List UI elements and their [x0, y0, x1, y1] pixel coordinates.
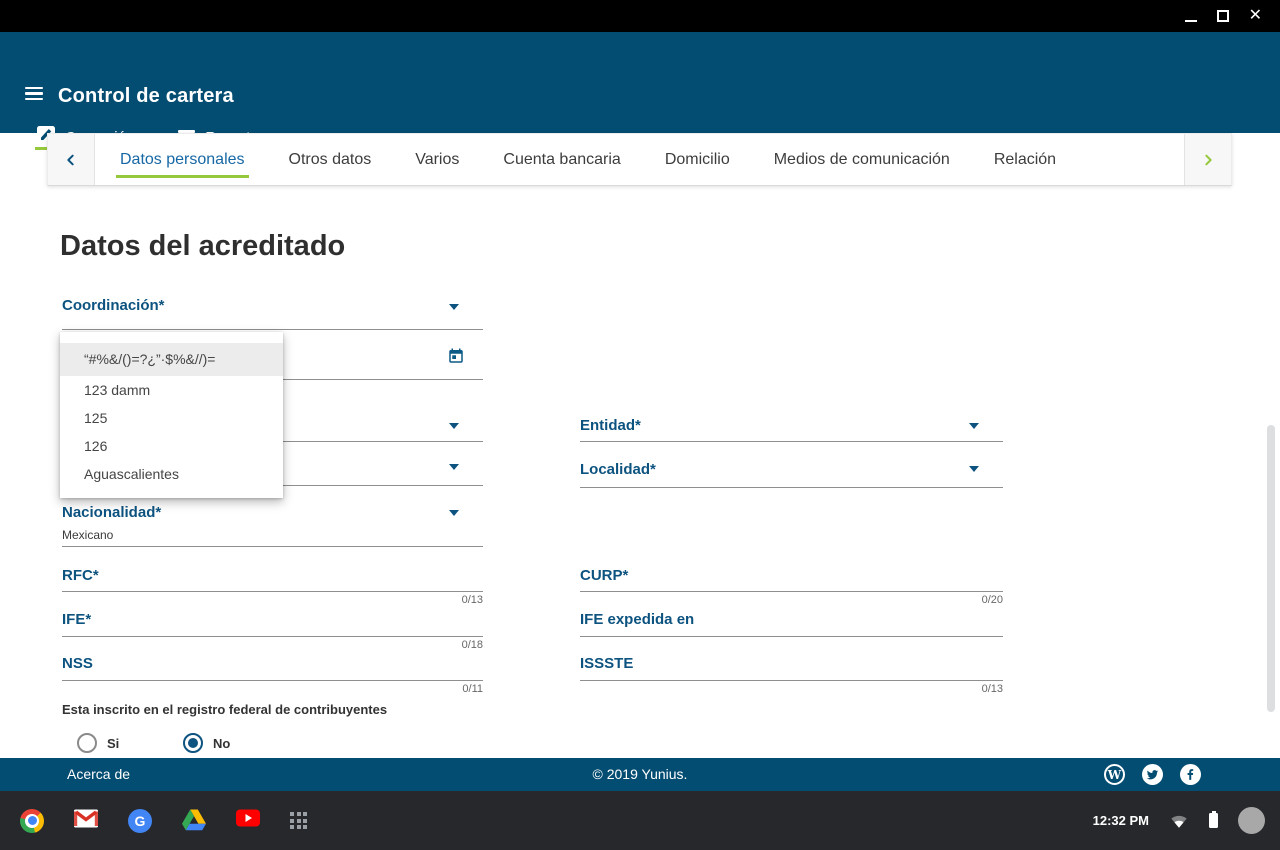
copyright-text: © 2019 Yunius. — [0, 758, 1280, 791]
tab-cuenta-bancaria[interactable]: Cuenta bancaria — [503, 151, 620, 169]
entidad-select[interactable]: Entidad* — [580, 417, 1003, 442]
nacionalidad-value: Mexicano — [62, 528, 113, 542]
coordinacion-dropdown: “#%&/()=?¿”·$%&//)= 123 damm 125 126 Agu… — [60, 332, 283, 498]
footer: Acerca de © 2019 Yunius. — [0, 758, 1280, 791]
apps-grid-icon[interactable] — [290, 812, 307, 829]
localidad-label: Localidad* — [580, 461, 656, 478]
page-title: Datos del acreditado — [60, 230, 345, 263]
localidad-select[interactable]: Localidad* — [580, 461, 1003, 488]
social-links — [1104, 764, 1201, 785]
tab-relacion[interactable]: Relación — [994, 151, 1056, 169]
issste-label: ISSSTE — [580, 655, 633, 672]
taskbar: 12:32 PM — [0, 791, 1280, 850]
dropdown-option-3[interactable]: 125 — [60, 404, 283, 432]
entidad-label: Entidad* — [580, 417, 641, 434]
chevron-down-icon — [449, 464, 459, 470]
nss-label: NSS — [62, 655, 93, 672]
radio-si[interactable]: Si — [77, 732, 119, 754]
hamburger-menu-icon[interactable] — [25, 87, 43, 100]
facebook-icon[interactable] — [1180, 764, 1201, 785]
nss-counter: 0/11 — [462, 683, 483, 695]
wifi-icon[interactable] — [1169, 812, 1189, 830]
chevron-right-icon — [1200, 152, 1216, 168]
curp-counter: 0/20 — [982, 594, 1003, 606]
youtube-icon[interactable] — [236, 809, 260, 833]
avatar[interactable] — [1238, 807, 1265, 834]
rfc-input[interactable]: RFC* 0/13 — [62, 567, 483, 592]
tab-otros-datos[interactable]: Otros datos — [289, 151, 372, 169]
radio-no-circle[interactable] — [183, 733, 203, 753]
chevron-down-icon — [449, 423, 459, 429]
section-tab-strip: Datos personales Otros datos Varios Cuen… — [47, 133, 1232, 186]
chrome-icon[interactable] — [20, 809, 44, 833]
taskbar-status[interactable]: 12:32 PM — [1093, 807, 1280, 834]
coordinacion-label: Coordinación* — [62, 297, 165, 314]
ife-expedida-label: IFE expedida en — [580, 611, 694, 628]
radio-no-label: No — [213, 736, 230, 751]
tab-medios-comunicacion[interactable]: Medios de comunicación — [774, 151, 950, 169]
minimize-icon[interactable] — [1185, 20, 1197, 22]
tab-domicilio[interactable]: Domicilio — [665, 151, 730, 169]
chevron-down-icon — [969, 423, 979, 429]
section-tabs: Datos personales Otros datos Varios Cuen… — [95, 134, 1184, 185]
dropdown-option-1[interactable]: “#%&/()=?¿”·$%&//)= — [60, 343, 283, 376]
issste-counter: 0/13 — [982, 683, 1003, 695]
ife-counter: 0/18 — [462, 639, 483, 651]
radio-no[interactable]: No — [183, 732, 230, 754]
curp-label: CURP* — [580, 567, 628, 584]
radio-si-circle[interactable] — [77, 733, 97, 753]
dropdown-option-5[interactable]: Aguascalientes — [60, 460, 283, 488]
nacionalidad-select[interactable]: Nacionalidad* Mexicano — [62, 504, 483, 547]
rfc-label: RFC* — [62, 567, 99, 584]
dropdown-option-4[interactable]: 126 — [60, 432, 283, 460]
gmail-icon[interactable] — [74, 809, 98, 833]
dropdown-option-2[interactable]: 123 damm — [60, 376, 283, 404]
radio-si-label: Si — [107, 736, 119, 751]
app-title: Control de cartera — [58, 83, 234, 109]
registro-question: Esta inscrito en el registro federal de … — [62, 702, 387, 717]
tabs-scroll-right-button[interactable] — [1184, 134, 1231, 185]
chevron-down-icon — [449, 510, 459, 516]
ife-label: IFE* — [62, 611, 91, 628]
maximize-icon[interactable] — [1217, 10, 1229, 22]
taskbar-apps — [0, 809, 307, 833]
chevron-left-icon — [63, 152, 79, 168]
wordpress-icon[interactable] — [1104, 764, 1125, 785]
close-icon[interactable] — [1249, 8, 1262, 24]
chevron-down-icon — [449, 304, 459, 310]
screen: Control de cartera Operación Reportes — [0, 0, 1280, 850]
window-title-bar — [0, 0, 1280, 32]
tab-varios[interactable]: Varios — [415, 151, 459, 169]
tabs-scroll-left-button[interactable] — [48, 134, 95, 185]
nss-input[interactable]: NSS 0/11 — [62, 655, 483, 681]
rfc-counter: 0/13 — [462, 594, 483, 606]
nacionalidad-label: Nacionalidad* — [62, 504, 161, 521]
ife-expedida-input[interactable]: IFE expedida en — [580, 611, 1003, 637]
page-scrollbar[interactable] — [1267, 425, 1275, 712]
battery-icon[interactable] — [1209, 813, 1218, 828]
calendar-icon[interactable] — [447, 347, 465, 365]
ife-input[interactable]: IFE* 0/18 — [62, 611, 483, 637]
issste-input[interactable]: ISSSTE 0/13 — [580, 655, 1003, 681]
curp-input[interactable]: CURP* 0/20 — [580, 567, 1003, 592]
clock[interactable]: 12:32 PM — [1093, 813, 1149, 828]
app-header: Control de cartera Operación Reportes — [0, 32, 1280, 133]
coordinacion-select[interactable]: Coordinación* — [62, 297, 483, 330]
drive-icon[interactable] — [182, 809, 206, 833]
twitter-icon[interactable] — [1142, 764, 1163, 785]
chevron-down-icon — [969, 466, 979, 472]
window-controls — [1185, 0, 1262, 32]
google-icon[interactable] — [128, 809, 152, 833]
tab-datos-personales[interactable]: Datos personales — [120, 151, 245, 169]
